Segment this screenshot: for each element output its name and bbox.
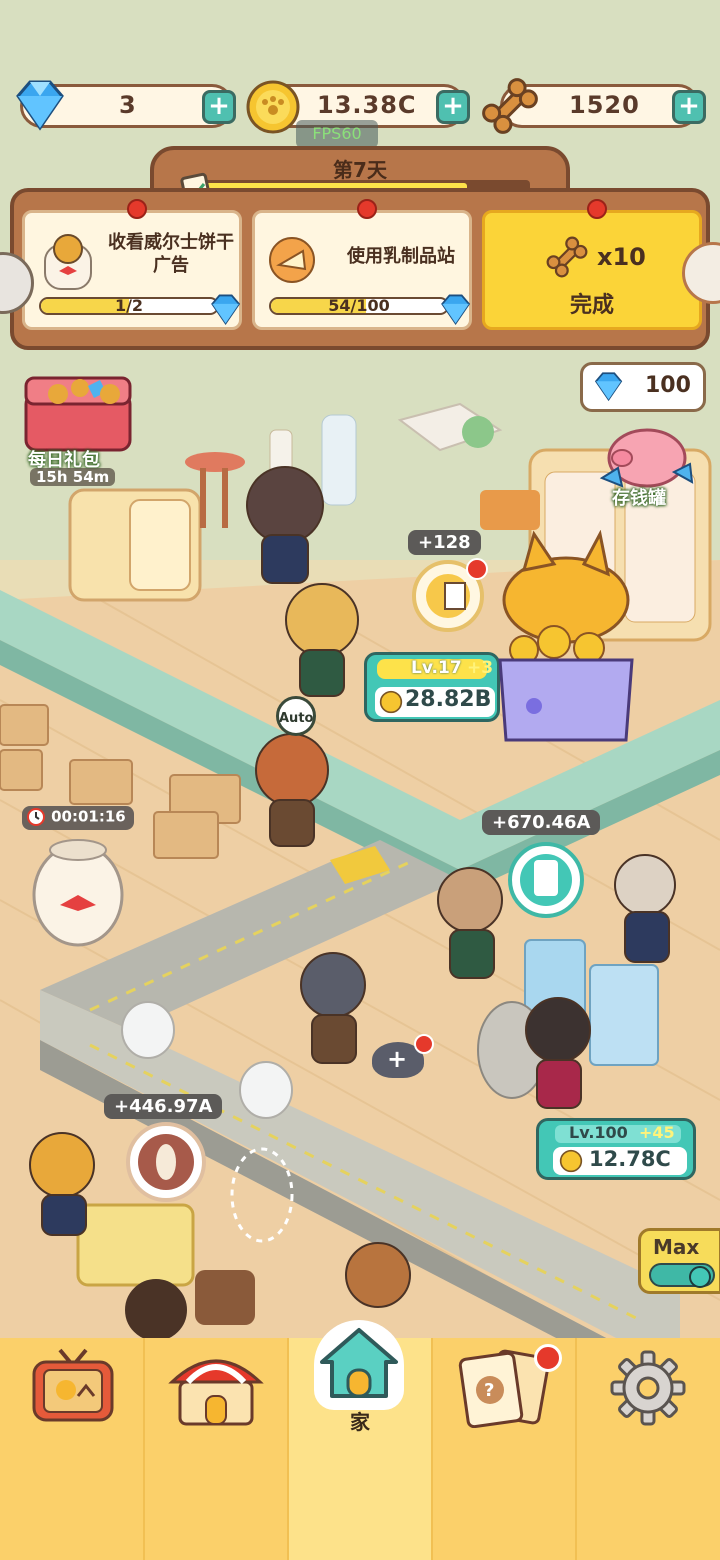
- station-icon-milk[interactable]: [508, 842, 584, 918]
- quest-progress-bar: 54/100: [269, 297, 449, 315]
- station-income: 12.78C: [589, 1147, 671, 1171]
- station-level-box-top[interactable]: Lv.17 +3 28.82B: [364, 652, 500, 722]
- notification-dot: [534, 1344, 562, 1372]
- reward-amount: x10: [597, 243, 646, 271]
- nav-shop[interactable]: [144, 1338, 288, 1560]
- income-bubble-milk: +670.46A: [482, 810, 601, 835]
- home-icon: [320, 1328, 398, 1398]
- bottom-nav: 家 ?: [0, 1320, 720, 1560]
- quest-card-dairy[interactable]: 使用乳制品站 54/100: [252, 199, 472, 330]
- fps-badge: FPS60: [296, 120, 378, 148]
- day-label: 第7天: [333, 158, 387, 182]
- daily-gift-timer: 15h 54m: [30, 468, 116, 486]
- tv-icon: [32, 1348, 114, 1422]
- jar-timer-text: 00:01:16: [51, 807, 126, 826]
- gem-icon: [16, 80, 64, 131]
- svg-text:?: ?: [484, 1380, 494, 1401]
- gem-reward-icon: [441, 294, 471, 325]
- shop-icon: [168, 1359, 264, 1426]
- piggy-bank-amount: 100: [645, 373, 691, 398]
- income-bubble-top: +128: [408, 530, 481, 555]
- piggy-bank-icon[interactable]: [592, 420, 702, 492]
- notification-dot: [414, 1034, 434, 1054]
- income-field: 28.82B: [375, 687, 495, 717]
- quest-progress-text: 54/100: [328, 297, 390, 315]
- max-toggle[interactable]: Max: [638, 1228, 720, 1294]
- pin-icon: [357, 199, 377, 219]
- nav-cards[interactable]: ?: [432, 1338, 576, 1560]
- station-icon-coffee[interactable]: [126, 1122, 206, 1202]
- income-field: 12.78C: [553, 1147, 687, 1175]
- station-income: 28.82B: [405, 687, 492, 712]
- nav-tv-ads[interactable]: [0, 1338, 144, 1560]
- home-label: 家: [350, 1410, 370, 1434]
- coin-icon: [379, 690, 403, 714]
- income-bubble-coffee: +446.97A: [104, 1094, 223, 1119]
- gem-count: 3: [119, 91, 137, 119]
- golden-dog-pot[interactable]: [494, 530, 638, 750]
- quest-progress-text: 1/2: [114, 297, 144, 315]
- quest-title: 使用乳制品站: [347, 246, 455, 267]
- coin-icon: [559, 1149, 583, 1173]
- add-coins-button[interactable]: +: [436, 90, 470, 124]
- add-gems-button[interactable]: +: [202, 90, 236, 124]
- max-label: Max: [653, 1235, 700, 1259]
- station-level-bonus: +45: [639, 1123, 675, 1142]
- cheese-icon: [269, 237, 315, 283]
- piggy-bank-label: 存钱罐: [612, 488, 666, 509]
- station-level: Lv.100: [569, 1123, 628, 1142]
- quest-board: 收看威尔士饼干广告 1/2 使用乳制品站 54/100 x10 完成: [10, 188, 710, 350]
- quest-title: 收看威尔士饼干广告: [108, 232, 234, 276]
- bone-reward-icon: [546, 236, 588, 278]
- quest-card-complete[interactable]: x10 完成: [482, 199, 702, 330]
- quest-card-ad[interactable]: 收看威尔士饼干广告 1/2: [22, 199, 242, 330]
- gem-icon: [594, 372, 623, 402]
- bone-count: 1520: [569, 91, 640, 119]
- nav-settings[interactable]: [576, 1338, 720, 1560]
- pin-icon: [127, 199, 147, 219]
- bone-icon: [482, 78, 538, 134]
- jar-timer: 00:01:16: [22, 806, 134, 830]
- max-switch[interactable]: [649, 1263, 715, 1288]
- pin-icon: [587, 199, 607, 219]
- complete-label: 完成: [569, 293, 614, 318]
- quest-progress-bar: 1/2: [39, 297, 219, 315]
- biscuit-jar-icon: [44, 234, 92, 290]
- nav-home[interactable]: 家: [288, 1320, 432, 1560]
- gem-reward-icon: [211, 294, 241, 325]
- piggy-bank-bubble[interactable]: 100: [580, 362, 706, 412]
- clock-icon: [27, 807, 45, 826]
- station-level: Lv.17: [411, 658, 462, 678]
- coin-count: 13.38C: [317, 91, 417, 119]
- add-bones-button[interactable]: +: [672, 90, 706, 124]
- gear-icon: [610, 1350, 686, 1426]
- coin-icon: [246, 80, 300, 134]
- auto-button[interactable]: Auto: [276, 696, 316, 736]
- station-level-box-milk[interactable]: Lv.100 +45 12.78C: [536, 1118, 696, 1180]
- notification-dot: [466, 558, 488, 580]
- station-level-bonus: +3: [467, 658, 494, 678]
